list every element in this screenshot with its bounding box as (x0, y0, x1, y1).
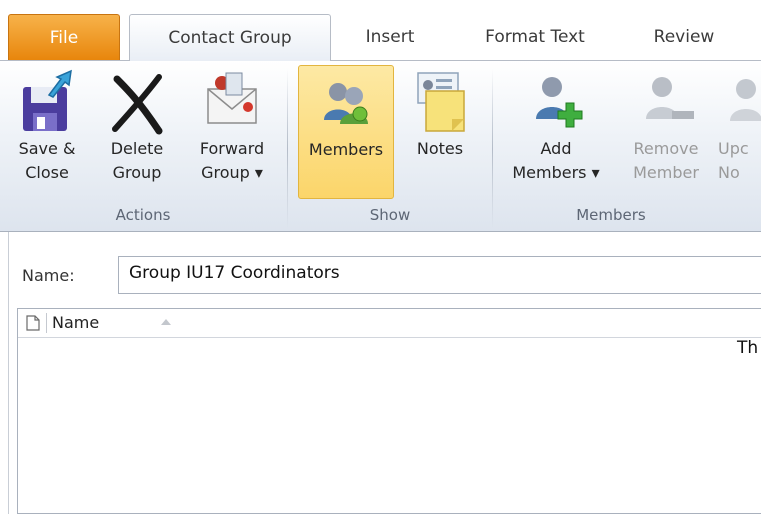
delete-group-button[interactable]: Delete Group (98, 65, 176, 185)
group-label-members: Members (576, 206, 646, 224)
forward-group-label-line1: Forward (199, 139, 265, 158)
remove-member-button[interactable]: Remove Member (618, 65, 714, 185)
tab-format-text[interactable]: Format Text (460, 14, 610, 60)
delete-group-label-line2: Group (112, 163, 162, 182)
tab-contact-group[interactable]: Contact Group (129, 14, 331, 61)
notes-view-button[interactable]: Notes (400, 65, 480, 161)
add-members-label-line1: Add (540, 139, 572, 158)
contact-group-form: Name: Group IU17 Coordinators Name Th (0, 232, 761, 514)
ribbon: Save & Close Delete Group Forward Group … (0, 60, 761, 232)
notes-view-label: Notes (416, 139, 464, 158)
sort-ascending-icon[interactable] (160, 318, 172, 326)
forward-group-label-line2: Group ▾ (201, 163, 263, 182)
delete-x-icon (112, 74, 163, 135)
update-now-button[interactable]: Upc No (718, 65, 761, 185)
left-border (0, 232, 9, 514)
tab-review[interactable]: Review (628, 14, 740, 60)
forward-envelope-icon (207, 72, 257, 124)
group-members: Add Members ▾ Remove Member Upc No Membe… (496, 61, 761, 232)
save-close-label-line2: Close (25, 163, 69, 182)
members-view-button[interactable]: Members (298, 65, 394, 199)
members-list-header: Name (18, 309, 761, 338)
save-close-label-line1: Save & (18, 139, 76, 158)
remove-member-label-line2: Member (633, 163, 699, 182)
notes-icon (417, 72, 465, 132)
add-member-icon (536, 77, 583, 128)
name-label: Name: (22, 266, 75, 285)
save-disk-icon (23, 69, 72, 131)
ribbon-tab-bar: File Contact Group Insert Format Text Re… (0, 0, 761, 61)
group-show: Members Notes Show (290, 61, 490, 232)
add-members-label-line2: Members ▾ (512, 163, 600, 182)
members-list[interactable]: Name (17, 308, 761, 514)
forward-group-button[interactable]: Forward Group ▾ (186, 65, 278, 185)
update-now-label-line2: No (718, 163, 740, 182)
list-placeholder-text: Th (737, 338, 759, 358)
group-name-input[interactable]: Group IU17 Coordinators (118, 256, 761, 294)
members-people-icon (324, 83, 368, 124)
column-header-name[interactable]: Name (52, 313, 99, 332)
save-close-button[interactable]: Save & Close (12, 65, 82, 185)
remove-member-icon (646, 77, 694, 119)
group-separator (287, 69, 288, 229)
update-members-icon (730, 79, 761, 121)
group-actions: Save & Close Delete Group Forward Group … (0, 61, 286, 232)
group-label-show: Show (369, 206, 411, 224)
delete-group-label-line1: Delete (110, 139, 164, 158)
column-divider (46, 313, 47, 333)
tab-insert[interactable]: Insert (340, 14, 440, 60)
remove-member-label-line1: Remove (633, 139, 699, 158)
update-now-label-line1: Upc (718, 139, 749, 158)
document-icon (26, 315, 40, 331)
tab-file[interactable]: File (8, 14, 120, 60)
add-members-button[interactable]: Add Members ▾ (506, 65, 606, 185)
members-view-label: Members (308, 140, 384, 159)
group-label-actions: Actions (115, 206, 171, 224)
group-separator (492, 69, 493, 229)
